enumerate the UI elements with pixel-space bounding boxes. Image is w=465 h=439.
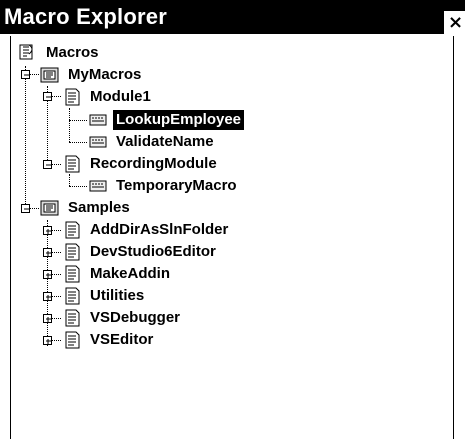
minus-icon: [46, 164, 51, 166]
plus-icon: [46, 317, 51, 322]
module-icon: [65, 155, 80, 173]
tree-node-label: Utilities: [90, 287, 145, 304]
tree-connector: [69, 186, 87, 187]
tree-node-vseditor[interactable]: VSEditor: [61, 329, 156, 351]
project-icon: [40, 200, 59, 216]
tree-node-makeaddin[interactable]: MakeAddin: [61, 263, 173, 285]
tree-node-vsdebugger[interactable]: VSDebugger: [61, 307, 183, 329]
expand-toggle-utilities[interactable]: [43, 292, 52, 301]
macros-root-icon: [19, 44, 33, 60]
expand-toggle-makeaddin[interactable]: [43, 270, 52, 279]
tree-node-utilities[interactable]: Utilities: [61, 285, 147, 307]
plus-icon: [46, 339, 51, 344]
expand-toggle-vsdebugger[interactable]: [43, 314, 52, 323]
plus-icon: [46, 251, 51, 256]
expand-toggle-devstudio6editor[interactable]: [43, 248, 52, 257]
expand-toggle-samples[interactable]: [21, 204, 30, 213]
tree-node-module1[interactable]: Module1: [61, 86, 154, 108]
title-bar[interactable]: Macro Explorer ×: [0, 0, 465, 35]
expand-toggle-module1[interactable]: [43, 92, 52, 101]
tree-node-label: AddDirAsSlnFolder: [90, 221, 229, 238]
tree-node-label: Macros: [46, 44, 99, 61]
module-icon: [65, 287, 80, 305]
close-button[interactable]: ×: [444, 11, 465, 35]
tree-node-label: MakeAddin: [90, 265, 171, 282]
tree-node-label: TemporaryMacro: [116, 177, 237, 194]
project-icon: [40, 67, 59, 83]
tree-node-label: MyMacros: [68, 66, 142, 83]
module-icon: [65, 265, 80, 283]
tree-node-macros[interactable]: Macros: [17, 42, 102, 64]
tree-node-label: ValidateName: [116, 133, 214, 150]
macro-icon: [89, 180, 107, 192]
expand-toggle-mymacros[interactable]: [21, 70, 30, 79]
minus-icon: [24, 208, 29, 210]
tree-node-label: VSEditor: [90, 331, 154, 348]
module-icon: [65, 331, 80, 349]
window-title: Macro Explorer: [4, 4, 167, 29]
tree-node-label: RecordingModule: [90, 155, 217, 172]
module-icon: [65, 309, 80, 327]
tree-node-label: LookupEmployee: [113, 110, 245, 130]
tree-node-lookupemployee[interactable]: LookupEmployee: [87, 109, 245, 131]
tree-connector: [25, 66, 26, 208]
module-icon: [65, 243, 80, 261]
plus-icon: [46, 273, 51, 278]
module-icon: [65, 221, 80, 239]
tree-node-temporarymacro[interactable]: TemporaryMacro: [87, 175, 240, 197]
close-icon: ×: [448, 12, 464, 33]
tree-node-label: VSDebugger: [90, 309, 181, 326]
tree-node-adddirasslnfolder[interactable]: AddDirAsSlnFolder: [61, 219, 231, 241]
tree-connector: [47, 220, 48, 346]
macro-icon: [89, 136, 107, 148]
expand-toggle-vseditor[interactable]: [43, 336, 52, 345]
minus-icon: [46, 96, 51, 98]
tree-connector: [69, 174, 70, 186]
module-icon: [65, 88, 80, 106]
macro-tree[interactable]: Macros MyMacros Module1 LookupEmployee V…: [10, 36, 454, 439]
tree-node-label: Samples: [68, 199, 130, 216]
plus-icon: [46, 229, 51, 234]
tree-node-validatename[interactable]: ValidateName: [87, 131, 217, 153]
tree-node-recordingmodule[interactable]: RecordingModule: [61, 153, 220, 175]
tree-node-devstudio6editor[interactable]: DevStudio6Editor: [61, 241, 219, 263]
plus-icon: [46, 295, 51, 300]
minus-icon: [24, 74, 29, 76]
expand-toggle-recordingmodule[interactable]: [43, 160, 52, 169]
tree-connector: [69, 142, 87, 143]
macro-icon: [89, 114, 107, 126]
tree-node-mymacros[interactable]: MyMacros: [39, 64, 144, 86]
macro-explorer-window: Macro Explorer × Macros MyMacros Module1…: [0, 0, 465, 439]
tree-node-samples[interactable]: Samples: [39, 197, 133, 219]
tree-node-label: DevStudio6Editor: [90, 243, 216, 260]
expand-toggle-adddirasslnfolder[interactable]: [43, 226, 52, 235]
tree-connector: [69, 120, 87, 121]
tree-connector: [69, 108, 70, 142]
tree-node-label: Module1: [90, 88, 151, 105]
